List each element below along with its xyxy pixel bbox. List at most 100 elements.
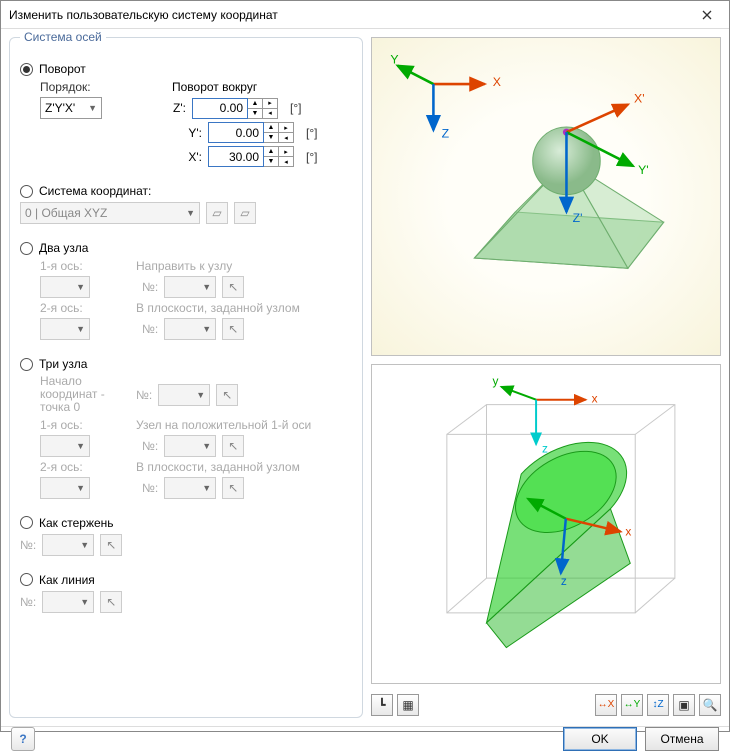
unit-deg: [°]: [306, 150, 317, 164]
radio-rotation[interactable]: Поворот: [20, 62, 352, 76]
y-angle-spinner[interactable]: ▲▼: [264, 122, 279, 143]
member-select: ▼: [42, 534, 94, 556]
chevron-down-icon: ▼: [196, 390, 205, 400]
radio-two-nodes-label: Два узла: [39, 241, 88, 255]
axis1-label: 1-я ось:: [40, 418, 130, 432]
z-angle-input[interactable]: [192, 98, 248, 119]
radio-as-member-label: Как стержень: [39, 516, 114, 530]
pick-icon: ↖: [228, 322, 238, 336]
radio-as-line[interactable]: Как линия: [20, 573, 352, 587]
svg-text:X': X': [634, 91, 645, 105]
svg-text:x: x: [592, 392, 598, 406]
preview-local-scene: x z x y z: [372, 365, 720, 682]
svg-text:Y: Y: [390, 53, 398, 67]
radio-two-nodes[interactable]: Два узла: [20, 241, 352, 255]
radio-three-nodes[interactable]: Три узла: [20, 357, 352, 371]
node-no-label: №:: [142, 280, 158, 294]
pick-icon: ↖: [228, 280, 238, 294]
radio-icon: [20, 358, 33, 371]
y-angle-input[interactable]: [208, 122, 264, 143]
node-no-label: №:: [136, 388, 152, 402]
order-select[interactable]: Z'Y'X' ▼: [40, 97, 102, 119]
3n-node2-select: ▼: [164, 477, 216, 499]
radio-as-line-label: Как линия: [39, 573, 95, 587]
y-axis-label: Y':: [182, 126, 202, 140]
in-plane-label: В плоскости, заданной узлом: [136, 301, 300, 315]
axis2-label: 2-я ось:: [40, 460, 130, 474]
view-grid-button[interactable]: ▦: [397, 694, 419, 716]
close-button[interactable]: [685, 1, 729, 29]
z-axis-label: Z':: [166, 101, 186, 115]
3n-axis2-select: ▼: [40, 477, 90, 499]
window-title: Изменить пользовательскую систему коорди…: [9, 8, 685, 22]
axis1-label: 1-я ось:: [40, 259, 130, 273]
z-angle-adjust[interactable]: ▸◂: [263, 98, 278, 119]
axis2-label: 2-я ось:: [40, 301, 130, 315]
svg-text:z: z: [542, 442, 548, 456]
pick-3n-node2-button: ↖: [222, 477, 244, 499]
radio-icon: [20, 516, 33, 529]
coord-sys-edit-button: ▱: [234, 202, 256, 224]
rotate-around-label: Поворот вокруг: [172, 80, 257, 94]
node-no-label: №:: [142, 322, 158, 336]
view-fit-button[interactable]: 🔍: [699, 694, 721, 716]
zoom-fit-icon: 🔍: [703, 698, 718, 712]
chevron-down-icon: ▼: [76, 282, 85, 292]
pick-3n-node1-button: ↖: [222, 435, 244, 457]
view-y-icon: ↔Y: [624, 699, 641, 710]
in-plane-label: В плоскости, заданной узлом: [136, 460, 300, 474]
x-angle-adjust[interactable]: ▸◂: [279, 146, 294, 167]
pick-line-button: ↖: [100, 591, 122, 613]
x-angle-input[interactable]: [208, 146, 264, 167]
cancel-button[interactable]: Отмена: [645, 727, 719, 751]
y-angle-adjust[interactable]: ▸◂: [279, 122, 294, 143]
node-no-label: №:: [142, 439, 158, 453]
origin-node-select: ▼: [158, 384, 210, 406]
chevron-down-icon: ▼: [88, 103, 97, 113]
view-axes-button[interactable]: ┗: [371, 694, 393, 716]
preview-local-viewport[interactable]: x z x y z: [371, 364, 721, 683]
preview-global-viewport[interactable]: X Y Z: [371, 37, 721, 356]
pick-icon: ↖: [228, 481, 238, 495]
radio-as-member[interactable]: Как стержень: [20, 516, 352, 530]
x-angle-spinner[interactable]: ▲▼: [264, 146, 279, 167]
view-iso-button[interactable]: ▣: [673, 694, 695, 716]
chevron-down-icon: ▼: [186, 208, 195, 218]
pick-node1-button: ↖: [222, 276, 244, 298]
pick-node2-button: ↖: [222, 318, 244, 340]
help-button[interactable]: ?: [11, 727, 35, 751]
svg-text:Z': Z': [573, 211, 583, 225]
axis1-select: ▼: [40, 276, 90, 298]
folder-new-icon: ▱: [212, 206, 221, 220]
cube-icon: ▣: [678, 698, 689, 712]
coord-sys-new-button: ▱: [206, 202, 228, 224]
radio-rotation-label: Поворот: [39, 62, 86, 76]
order-label: Порядок:: [40, 80, 130, 94]
unit-deg: [°]: [306, 126, 317, 140]
z-angle-spinner[interactable]: ▲▼: [248, 98, 263, 119]
radio-coord-sys[interactable]: Система координат:: [20, 184, 352, 198]
chevron-down-icon: ▼: [202, 282, 211, 292]
pick-icon: ↖: [106, 538, 116, 552]
view-y-button[interactable]: ↔Y: [621, 694, 643, 716]
unit-deg: [°]: [290, 101, 301, 115]
svg-text:Y': Y': [638, 163, 649, 177]
pick-icon: ↖: [222, 388, 232, 402]
direct-to-node-label: Направить к узлу: [136, 259, 232, 273]
radio-coord-sys-label: Система координат:: [39, 184, 151, 198]
view-z-button[interactable]: ↕Z: [647, 694, 669, 716]
chevron-down-icon: ▼: [80, 540, 89, 550]
folder-edit-icon: ▱: [240, 206, 249, 220]
chevron-down-icon: ▼: [202, 441, 211, 451]
svg-text:x: x: [625, 525, 631, 539]
node2-select: ▼: [164, 318, 216, 340]
chevron-down-icon: ▼: [76, 483, 85, 493]
order-value: Z'Y'X': [45, 101, 75, 115]
grid-icon: ▦: [402, 698, 413, 712]
ok-button[interactable]: OK: [563, 727, 637, 751]
close-icon: [702, 10, 712, 20]
view-x-button[interactable]: ↔X: [595, 694, 617, 716]
origin-label: Начало координат - точка 0: [40, 375, 130, 415]
line-select: ▼: [42, 591, 94, 613]
3n-node1-select: ▼: [164, 435, 216, 457]
